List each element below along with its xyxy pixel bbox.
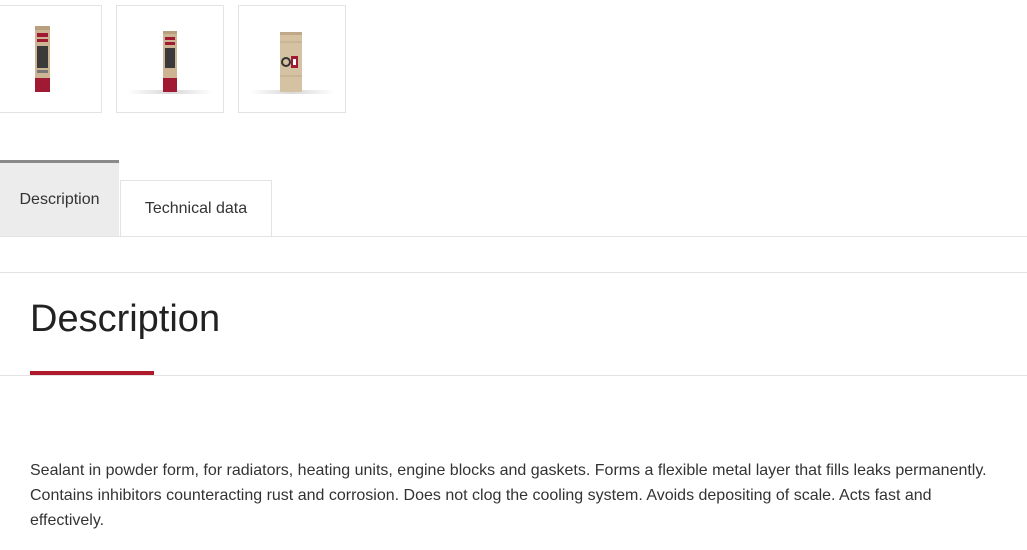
tabs-divider — [0, 236, 1027, 237]
product-thumbnail-3[interactable] — [238, 5, 346, 113]
description-text: Sealant in powder form, for radiators, h… — [30, 462, 987, 529]
section-title: Description — [30, 298, 221, 340]
product-image — [280, 32, 302, 92]
section-divider-bottom — [0, 375, 1027, 376]
section-divider-top — [0, 272, 1027, 273]
tab-description[interactable]: Description — [0, 160, 119, 237]
product-thumbnail-1[interactable] — [0, 5, 102, 113]
product-thumbnail-2[interactable] — [116, 5, 224, 113]
product-tabs: Description Technical data — [0, 160, 1027, 238]
tab-description-label: Description — [19, 191, 100, 208]
product-image — [163, 31, 177, 92]
tab-technical-data[interactable]: Technical data — [120, 180, 272, 237]
tab-technical-data-label: Technical data — [144, 200, 248, 217]
product-image — [35, 26, 50, 92]
